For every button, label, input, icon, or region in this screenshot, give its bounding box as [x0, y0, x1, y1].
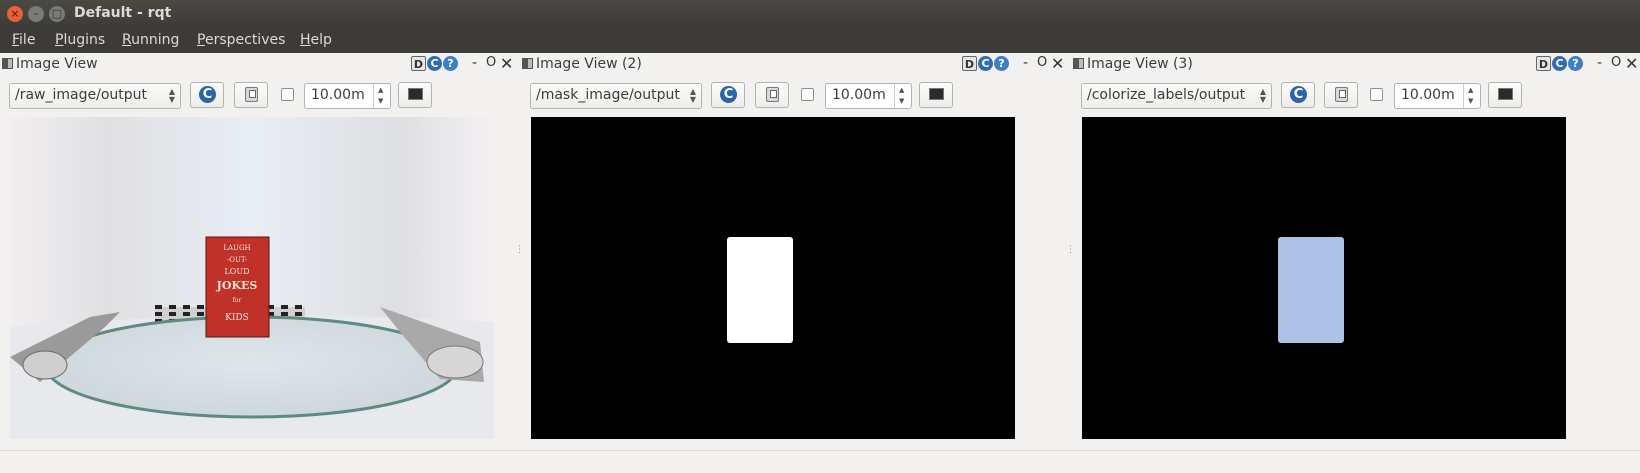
panel-splitter[interactable]: ⋮ — [515, 245, 524, 255]
refresh-icon: C — [199, 86, 216, 103]
window-titlebar: × – □ Default - rqt — [0, 0, 1640, 28]
updown-arrow-icon: ▲ ▼ — [689, 87, 696, 104]
smooth-checkbox[interactable] — [281, 88, 294, 101]
panel-dock-icon — [522, 58, 533, 69]
panel-title: Image View (3) — [1087, 56, 1193, 72]
float-icon[interactable]: O — [1611, 55, 1621, 70]
mask-image-view — [531, 117, 1015, 439]
topic-select-value: /raw_image/output — [15, 87, 148, 103]
float-icon[interactable]: O — [1037, 55, 1047, 70]
panel-dock-icon — [1073, 58, 1084, 69]
panel-title: Image View (2) — [536, 56, 642, 72]
float-icon[interactable]: O — [486, 55, 496, 70]
smooth-checkbox[interactable] — [801, 88, 814, 101]
fullscreen-button[interactable] — [919, 82, 953, 108]
screen-icon — [929, 88, 944, 100]
menubar: File Plugins Running Perspectives Help — [0, 28, 1640, 53]
minimize-icon[interactable]: - — [472, 55, 477, 71]
spin-arrows[interactable]: ▲ ▼ — [1463, 84, 1480, 108]
save-image-button[interactable] — [1324, 82, 1358, 108]
save-image-button[interactable] — [755, 82, 789, 108]
refresh-icon: C — [720, 86, 737, 103]
menu-plugins[interactable]: Plugins — [55, 32, 105, 48]
save-image-button[interactable] — [234, 82, 268, 108]
mask-blob — [727, 237, 793, 343]
timeout-spinbox[interactable]: 10.00m ▲ ▼ — [825, 83, 912, 109]
svg-text:LOUD: LOUD — [224, 267, 249, 276]
timeout-value: 10.00m — [1401, 87, 1455, 103]
menu-running[interactable]: Running — [122, 32, 179, 48]
close-icon[interactable]: ✕ — [500, 54, 513, 73]
updown-arrow-icon: ▲ ▼ — [1259, 87, 1266, 104]
menu-help[interactable]: Help — [300, 32, 332, 48]
window-title: Default - rqt — [74, 5, 172, 21]
status-bar — [0, 450, 1640, 473]
menu-file[interactable]: File — [12, 32, 35, 48]
topic-select[interactable]: /raw_image/output ▲ ▼ — [9, 83, 181, 109]
updown-arrow-icon: ▲ ▼ — [168, 87, 175, 104]
refresh-topics-button[interactable]: C — [190, 82, 224, 108]
reload-icon[interactable]: C — [427, 56, 442, 71]
colorized-labels-view — [1082, 117, 1566, 439]
panel-title: Image View — [16, 56, 98, 72]
help-icon[interactable]: ? — [443, 56, 458, 71]
dock-icon[interactable]: D — [962, 56, 977, 71]
timeout-value: 10.00m — [832, 87, 886, 103]
svg-text:LAUGH: LAUGH — [223, 244, 250, 252]
smooth-checkbox[interactable] — [1370, 88, 1383, 101]
dock-icon[interactable]: D — [411, 56, 426, 71]
menu-perspectives[interactable]: Perspectives — [197, 32, 285, 48]
label-blob — [1278, 237, 1344, 343]
window-minimize-button[interactable]: – — [28, 6, 44, 22]
minimize-icon[interactable]: - — [1597, 55, 1602, 71]
panel-splitter[interactable]: ⋮ — [1066, 245, 1075, 255]
topic-select-value: /colorize_labels/output — [1087, 87, 1246, 103]
refresh-icon: C — [1290, 86, 1307, 103]
spin-arrows[interactable]: ▲ ▼ — [373, 84, 390, 108]
refresh-topics-button[interactable]: C — [1281, 82, 1315, 108]
topic-select[interactable]: /mask_image/output ▲ ▼ — [530, 83, 702, 109]
topic-select-value: /mask_image/output — [536, 87, 680, 103]
book: LAUGH -OUT- LOUD JOKES for KIDS — [205, 236, 270, 338]
raw-image-view: LAUGH -OUT- LOUD JOKES for KIDS — [10, 117, 494, 439]
timeout-value: 10.00m — [311, 87, 365, 103]
window-close-button[interactable]: × — [7, 6, 23, 22]
panel-dock-icon — [2, 58, 13, 69]
minimize-icon[interactable]: - — [1023, 55, 1028, 71]
svg-text:JOKES: JOKES — [216, 279, 258, 292]
screen-icon — [408, 88, 423, 100]
svg-text:-OUT-: -OUT- — [227, 256, 248, 264]
help-icon[interactable]: ? — [1568, 56, 1583, 71]
window-maximize-button[interactable]: □ — [49, 6, 65, 22]
refresh-topics-button[interactable]: C — [711, 82, 745, 108]
dock-icon[interactable]: D — [1536, 56, 1551, 71]
timeout-spinbox[interactable]: 10.00m ▲ ▼ — [1394, 83, 1481, 109]
reload-icon[interactable]: C — [978, 56, 993, 71]
close-icon[interactable]: ✕ — [1625, 54, 1638, 73]
topic-select[interactable]: /colorize_labels/output ▲ ▼ — [1081, 83, 1272, 109]
help-icon[interactable]: ? — [994, 56, 1009, 71]
close-icon[interactable]: ✕ — [1051, 54, 1064, 73]
reload-icon[interactable]: C — [1552, 56, 1567, 71]
save-icon — [245, 87, 258, 102]
timeout-spinbox[interactable]: 10.00m ▲ ▼ — [304, 83, 391, 109]
spin-arrows[interactable]: ▲ ▼ — [894, 84, 911, 108]
fullscreen-button[interactable] — [398, 82, 432, 108]
svg-text:for: for — [233, 297, 242, 304]
fullscreen-button[interactable] — [1488, 82, 1522, 108]
save-icon — [1335, 87, 1348, 102]
svg-text:KIDS: KIDS — [225, 313, 249, 323]
save-icon — [766, 87, 779, 102]
screen-icon — [1498, 88, 1513, 100]
